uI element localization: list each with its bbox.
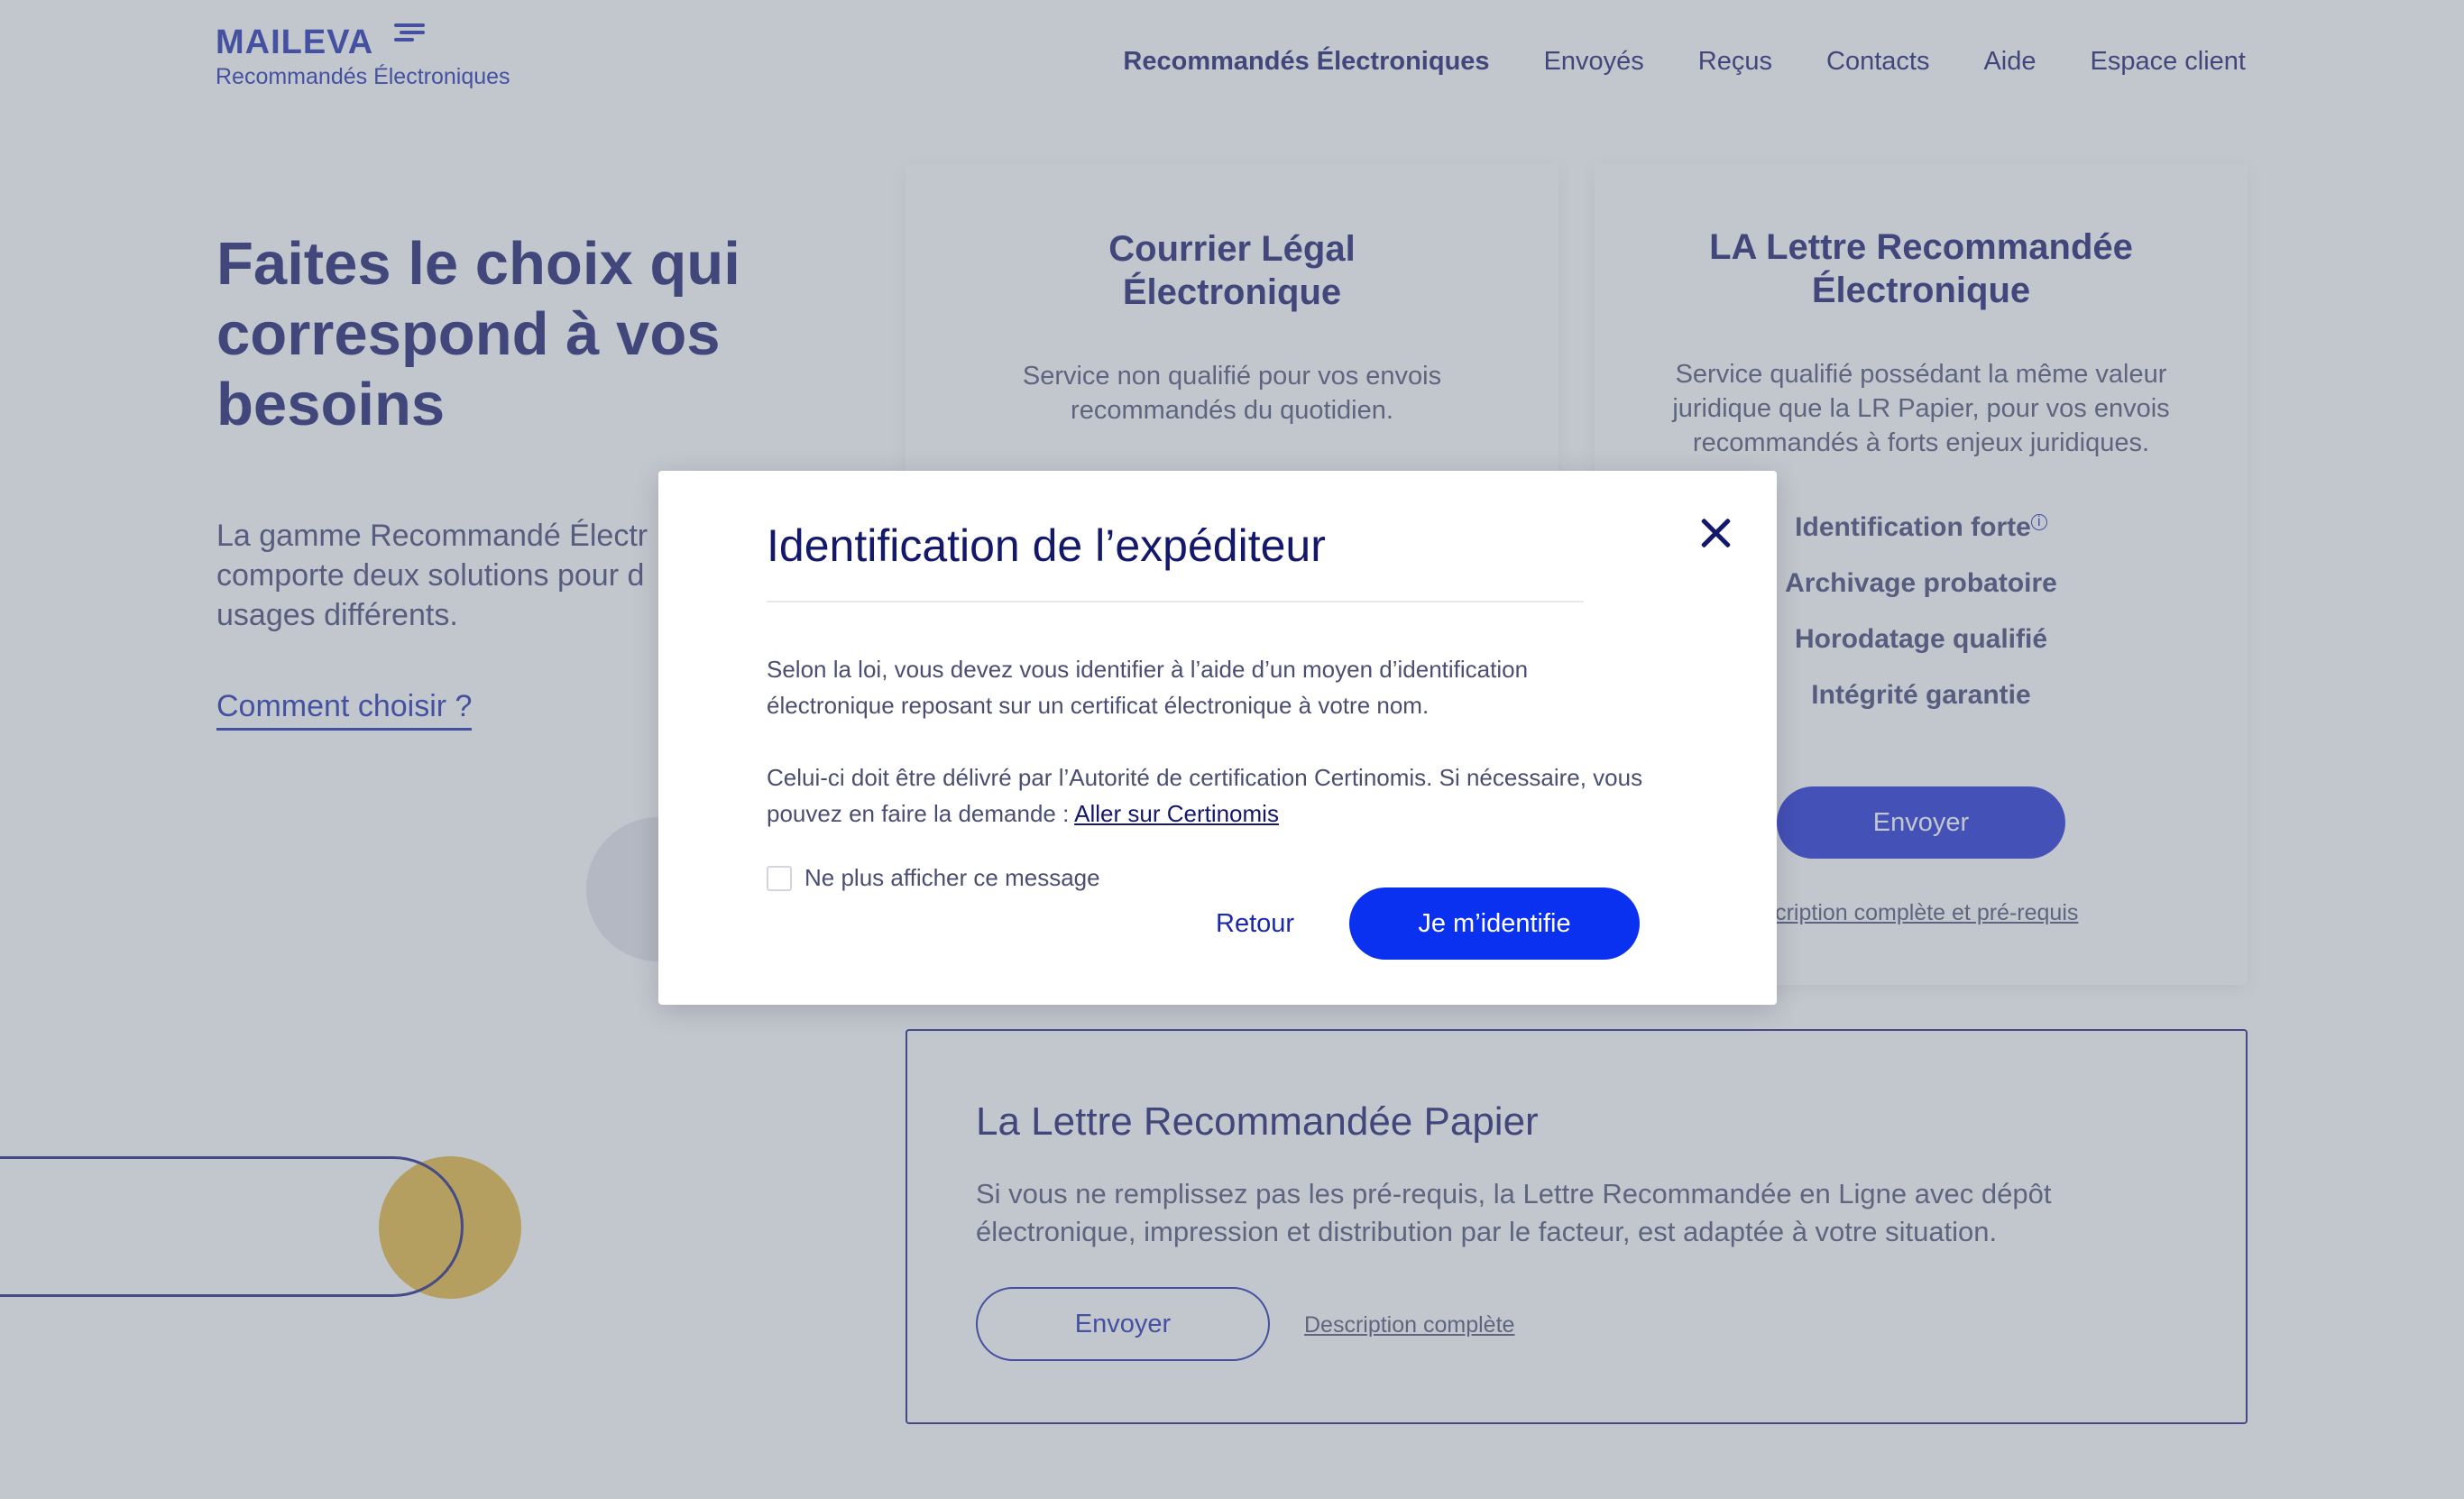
aller-sur-certinomis-link[interactable]: Aller sur Certinomis bbox=[1074, 800, 1279, 827]
close-icon[interactable] bbox=[1694, 512, 1737, 556]
je-m-identifie-button[interactable]: Je m’identifie bbox=[1349, 887, 1640, 960]
ne-plus-afficher-checkbox[interactable]: Ne plus afficher ce message bbox=[767, 864, 1100, 892]
page: MAILEVA Recommandés Électroniques Recomm… bbox=[0, 0, 2464, 1499]
retour-button[interactable]: Retour bbox=[1216, 909, 1294, 939]
checkbox-label: Ne plus afficher ce message bbox=[804, 864, 1100, 891]
modal-title: Identification de l’expéditeur bbox=[767, 520, 1326, 571]
identification-modal: Identification de l’expéditeur Selon la … bbox=[658, 471, 1777, 1005]
checkbox-box[interactable] bbox=[767, 865, 792, 891]
modal-divider bbox=[767, 601, 1584, 602]
modal-paragraph-certinomis: Celui-ci doit être délivré par l’Autorit… bbox=[767, 764, 1643, 827]
modal-paragraph-law: Selon la loi, vous devez vous identifier… bbox=[767, 656, 1529, 719]
